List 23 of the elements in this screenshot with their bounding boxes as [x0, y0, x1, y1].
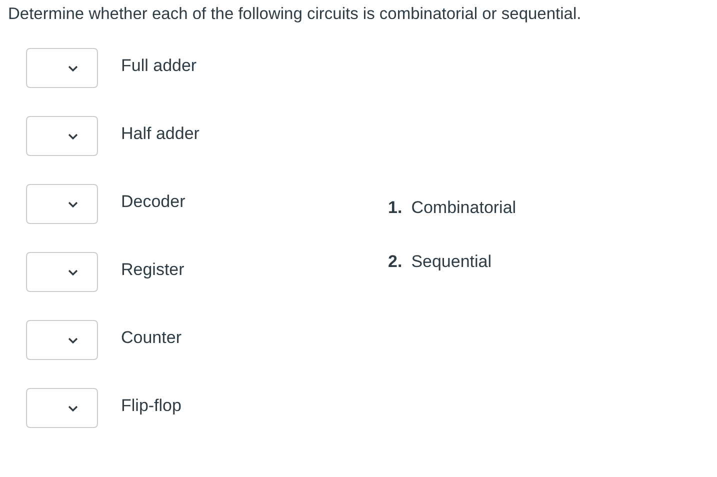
chevron-down-icon — [68, 336, 78, 344]
circuit-label: Counter — [121, 328, 182, 348]
answer-dropdown[interactable] — [26, 48, 98, 88]
answer-dropdown[interactable] — [26, 388, 98, 428]
option-number: 2. — [388, 251, 402, 273]
circuit-label: Decoder — [121, 192, 186, 212]
chevron-down-icon — [68, 404, 78, 412]
option-number: 1. — [388, 197, 402, 219]
chevron-down-icon — [68, 132, 78, 140]
circuit-label: Register — [121, 260, 184, 280]
option-label: Combinatorial — [411, 197, 516, 219]
answer-dropdown[interactable] — [26, 252, 98, 292]
circuit-label: Flip-flop — [121, 396, 182, 416]
chevron-down-icon — [68, 64, 78, 72]
option-label: Sequential — [411, 251, 492, 273]
chevron-down-icon — [68, 200, 78, 208]
answer-dropdown[interactable] — [26, 116, 98, 156]
chevron-down-icon — [68, 268, 78, 276]
answer-dropdown[interactable] — [26, 320, 98, 360]
circuit-label: Half adder — [121, 124, 200, 144]
question-prompt: Determine whether each of the following circuits is combinatorial or sequential. — [8, 4, 582, 25]
answer-dropdown[interactable] — [26, 184, 98, 224]
circuit-label: Full adder — [121, 56, 197, 76]
